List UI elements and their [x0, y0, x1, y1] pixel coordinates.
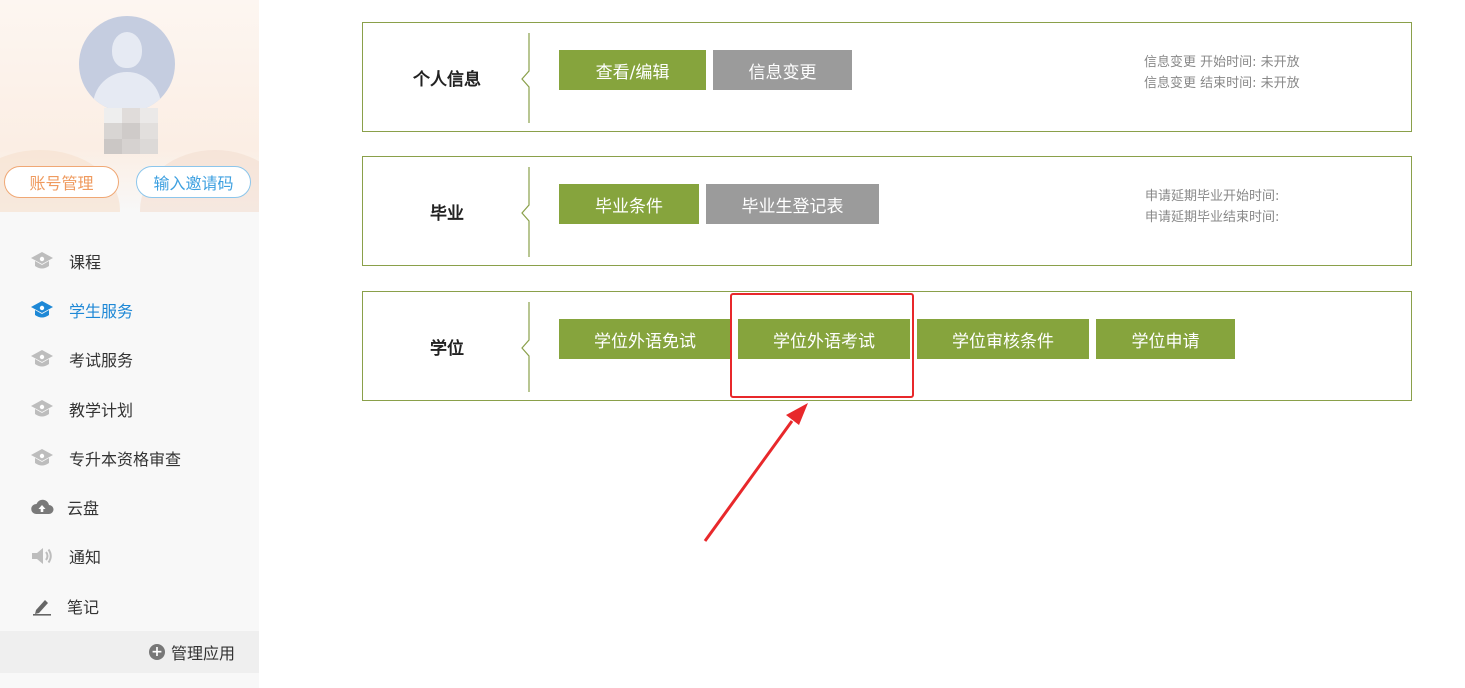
plus-circle-icon: + [148, 644, 165, 660]
sidebar-item-label: 笔记 [67, 597, 100, 617]
graduation-cap-icon [30, 446, 54, 470]
avatar[interactable] [79, 16, 175, 112]
graduation-cap-icon [30, 397, 54, 421]
sidebar-item-label: 课程 [69, 252, 102, 272]
blurred-username [104, 108, 158, 154]
graduation-cap-icon [30, 249, 54, 273]
sidebar-item-teaching-plan[interactable]: 教学计划 [0, 384, 259, 433]
graduation-delay-end: 申请延期毕业结束时间: [1145, 210, 1280, 225]
button-group: 毕业条件 毕业生登记表 [559, 184, 886, 224]
account-management-button[interactable]: 账号管理 [4, 166, 119, 198]
section-personal-info: 个人信息 查看/编辑 信息变更 信息变更 开始时间: 未开放 信息变更 结束时间… [362, 22, 1412, 132]
sidebar-item-notes[interactable]: 笔记 [0, 581, 259, 630]
sidebar-item-label: 考试服务 [69, 351, 134, 371]
pen-icon [30, 594, 54, 618]
avatar-body [93, 72, 161, 112]
sidebar-item-label: 教学计划 [69, 400, 134, 420]
sidebar-item-label: 通知 [69, 548, 102, 568]
sidebar-item-exam-services[interactable]: 考试服务 [0, 335, 259, 384]
graduate-registration-form-button[interactable]: 毕业生登记表 [706, 184, 879, 224]
info-change-schedule: 信息变更 开始时间: 未开放 信息变更 结束时间: 未开放 [1144, 52, 1300, 94]
info-change-end: 信息变更 结束时间: 未开放 [1144, 76, 1300, 91]
degree-review-conditions-button[interactable]: 学位审核条件 [917, 319, 1089, 359]
speaker-icon [30, 544, 54, 568]
graduation-requirements-button[interactable]: 毕业条件 [559, 184, 699, 224]
enter-invite-code-button[interactable]: 输入邀请码 [136, 166, 251, 198]
annotation-arrow [703, 403, 808, 542]
sidebar-item-upgrade-qualification[interactable]: 专升本资格审查 [0, 433, 259, 482]
sidebar-item-courses[interactable]: 课程 [0, 236, 259, 285]
sidebar-item-label: 云盘 [67, 499, 100, 519]
degree-application-button[interactable]: 学位申请 [1096, 319, 1235, 359]
sidebar: 账号管理 输入邀请码 课程 学生服务 考试服务 教学计划 专升本资格审查 云盘 … [0, 0, 259, 688]
sidebar-nav: 课程 学生服务 考试服务 教学计划 专升本资格审查 云盘 通知 笔记 [0, 236, 259, 630]
section-graduation: 毕业 毕业条件 毕业生登记表 申请延期毕业开始时间: 申请延期毕业结束时间: [362, 156, 1412, 266]
manage-apps-button[interactable]: + 管理应用 [0, 631, 259, 673]
section-divider [521, 33, 530, 123]
graduation-delay-start: 申请延期毕业开始时间: [1145, 189, 1280, 204]
section-title: 毕业 [430, 203, 464, 224]
section-title: 个人信息 [413, 69, 481, 90]
sidebar-item-label: 专升本资格审查 [69, 449, 182, 469]
section-divider [521, 302, 530, 392]
sidebar-item-cloud-drive[interactable]: 云盘 [0, 482, 259, 531]
annotation-highlight-box [730, 293, 914, 398]
section-divider [521, 167, 530, 257]
section-title: 学位 [430, 338, 464, 359]
avatar-head [112, 32, 142, 68]
sidebar-item-label: 学生服务 [69, 301, 134, 321]
degree-foreign-language-exemption-button[interactable]: 学位外语免试 [559, 319, 731, 359]
info-change-button[interactable]: 信息变更 [713, 50, 852, 90]
profile-panel: 账号管理 输入邀请码 [0, 0, 259, 212]
view-edit-button[interactable]: 查看/编辑 [559, 50, 706, 90]
page: 账号管理 输入邀请码 课程 学生服务 考试服务 教学计划 专升本资格审查 云盘 … [0, 0, 1465, 688]
manage-apps-label: 管理应用 [170, 644, 235, 663]
graduation-delay-schedule: 申请延期毕业开始时间: 申请延期毕业结束时间: [1145, 186, 1279, 228]
button-group: 查看/编辑 信息变更 [559, 50, 859, 90]
sidebar-item-notifications[interactable]: 通知 [0, 532, 259, 581]
graduation-cap-icon [30, 347, 54, 371]
sidebar-item-student-services[interactable]: 学生服务 [0, 285, 259, 334]
cloud-upload-icon [30, 495, 54, 519]
graduation-cap-icon [30, 298, 54, 322]
info-change-start: 信息变更 开始时间: 未开放 [1144, 55, 1300, 70]
